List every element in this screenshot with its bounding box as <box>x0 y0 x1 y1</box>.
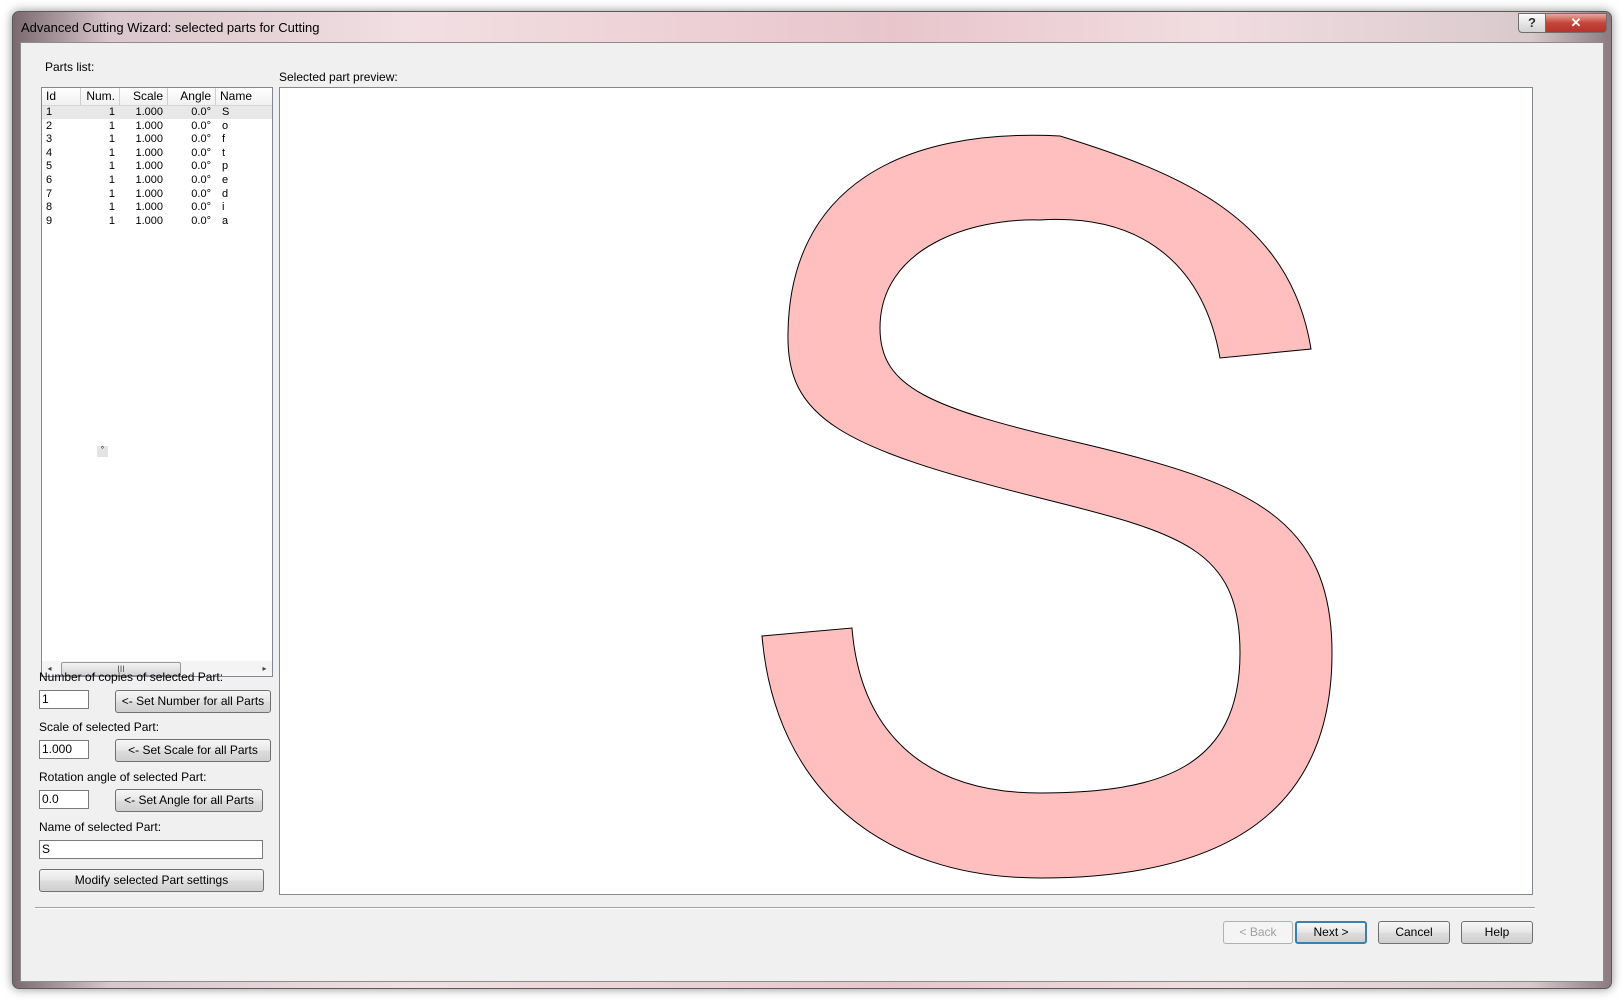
cell-id: 9 <box>46 214 53 227</box>
cell-name: f <box>222 133 226 146</box>
cell-num: 1 <box>108 146 115 159</box>
table-row[interactable]: 7 1 1.000 0.0° d <box>42 187 272 201</box>
table-row[interactable]: 4 1 1.000 0.0° t <box>42 146 272 160</box>
column-header-scale[interactable]: Scale <box>120 88 168 105</box>
cell-id: 8 <box>46 201 53 214</box>
cell-scale: 1.000 <box>135 201 163 214</box>
name-label: Name of selected Part: <box>39 820 162 834</box>
wizard-window: Advanced Cutting Wizard: selected parts … <box>12 11 1612 989</box>
cell-angle: 0.0° <box>191 174 211 186</box>
cell-angle: 0.0° <box>191 214 211 227</box>
cell-id: 4 <box>46 146 53 159</box>
help-title-button[interactable]: ? <box>1518 13 1546 33</box>
cell-num: 1 <box>108 133 115 146</box>
cell-id: 5 <box>46 160 53 173</box>
title-bar[interactable]: Advanced Cutting Wizard: selected parts … <box>13 12 1611 42</box>
cell-name: o <box>222 119 229 132</box>
cell-id: 6 <box>46 174 53 186</box>
cell-name: e <box>222 174 229 186</box>
set-scale-all-button[interactable]: <- Set Scale for all Parts <box>115 739 271 762</box>
table-row[interactable]: 8 1 1.000 0.0° i <box>42 201 272 214</box>
cell-name: t <box>222 146 226 159</box>
cell-name: a <box>222 214 229 227</box>
cell-scale: 1.000 <box>135 119 163 132</box>
cell-scale: 1.000 <box>135 187 163 200</box>
cell-id: 7 <box>46 187 53 200</box>
column-header-name[interactable]: Name <box>216 88 272 105</box>
scale-input[interactable]: 1.000 <box>39 740 89 759</box>
back-button[interactable]: < Back <box>1223 921 1293 944</box>
cell-id: 2 <box>46 119 53 132</box>
cell-scale: 1.000 <box>135 146 163 159</box>
angle-input[interactable]: 0.0 <box>39 790 89 809</box>
cell-angle: 0.0° <box>191 160 211 173</box>
window-title: Advanced Cutting Wizard: selected parts … <box>21 20 320 35</box>
column-header-num[interactable]: Num. <box>81 88 120 105</box>
cell-angle: 0.0° <box>191 146 211 159</box>
footer-separator <box>35 907 1535 909</box>
name-input[interactable]: S <box>39 840 263 859</box>
cell-name: S <box>222 106 230 118</box>
table-row[interactable]: 2 1 1.000 0.0° o <box>42 119 272 133</box>
table-row[interactable]: 6 1 1.000 0.0° e <box>42 174 272 187</box>
cell-id: 3 <box>46 133 53 146</box>
stray-marker: ° <box>97 446 108 457</box>
parts-list[interactable]: Id Num. Scale Angle Name 1 1 1.000 0.0° S 2 1 1… <box>41 87 273 663</box>
cell-num: 1 <box>108 214 115 227</box>
parts-list-label: Parts list: <box>45 60 95 74</box>
set-number-all-button[interactable]: <- Set Number for all Parts <box>115 690 271 713</box>
cell-num: 1 <box>108 160 115 173</box>
cell-scale: 1.000 <box>135 214 163 227</box>
set-angle-all-button[interactable]: <- Set Angle for all Parts <box>115 789 263 812</box>
part-preview-svg <box>761 134 1333 879</box>
parts-list-header: Id Num. Scale Angle Name <box>42 88 272 106</box>
table-row[interactable]: 1 1 1.000 0.0° S <box>42 106 272 119</box>
cell-num: 1 <box>108 201 115 214</box>
preview-label: Selected part preview: <box>279 70 398 84</box>
table-row[interactable]: 3 1 1.000 0.0° f <box>42 133 272 146</box>
copies-label: Number of copies of selected Part: <box>39 670 224 684</box>
part-preview-canvas <box>279 87 1533 895</box>
cell-num: 1 <box>108 187 115 200</box>
column-header-angle[interactable]: Angle <box>168 88 216 105</box>
copies-input[interactable]: 1 <box>39 690 89 709</box>
cell-scale: 1.000 <box>135 174 163 186</box>
cell-angle: 0.0° <box>191 119 211 132</box>
table-row[interactable]: 5 1 1.000 0.0° p <box>42 160 272 173</box>
cell-angle: 0.0° <box>191 201 211 214</box>
cell-name: p <box>222 160 229 173</box>
next-button[interactable]: Next > <box>1295 921 1367 944</box>
table-row[interactable]: 9 1 1.000 0.0° a <box>42 214 272 228</box>
cell-num: 1 <box>108 119 115 132</box>
modify-part-button[interactable]: Modify selected Part settings <box>39 869 264 892</box>
cell-scale: 1.000 <box>135 133 163 146</box>
scale-label: Scale of selected Part: <box>39 720 160 734</box>
cell-name: d <box>222 187 229 200</box>
cell-scale: 1.000 <box>135 160 163 173</box>
cell-num: 1 <box>108 106 115 118</box>
cancel-button[interactable]: Cancel <box>1378 921 1450 944</box>
scroll-right-icon[interactable]: ▸ <box>257 661 272 676</box>
angle-label: Rotation angle of selected Part: <box>39 770 207 784</box>
cell-id: 1 <box>46 106 53 118</box>
column-header-id[interactable]: Id <box>42 88 81 105</box>
cell-scale: 1.000 <box>135 106 163 118</box>
cell-angle: 0.0° <box>191 133 211 146</box>
dialog-body: Parts list: Id Num. Scale Angle Name 111… <box>20 42 1604 982</box>
cell-num: 1 <box>108 174 115 186</box>
cell-angle: 0.0° <box>191 106 211 118</box>
cell-angle: 0.0° <box>191 187 211 200</box>
help-button[interactable]: Help <box>1461 921 1533 944</box>
close-button[interactable]: ✕ <box>1545 13 1607 33</box>
letter-s-shape <box>761 134 1333 879</box>
cell-name: i <box>222 201 225 214</box>
